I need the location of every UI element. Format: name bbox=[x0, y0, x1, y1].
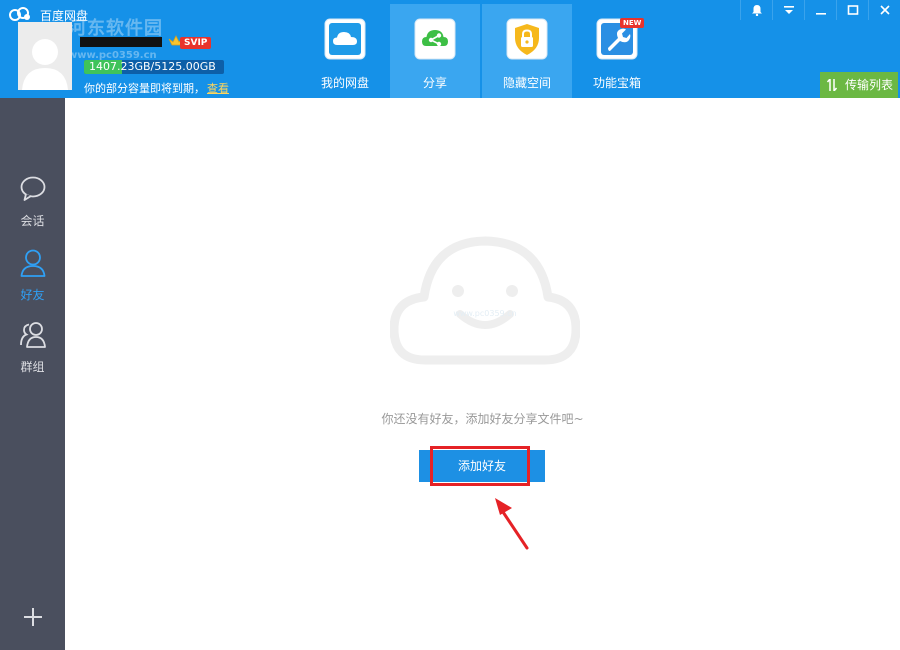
sidebar-item-groups-label: 群组 bbox=[20, 360, 45, 374]
dropdown-menu-icon bbox=[783, 6, 794, 14]
bell-icon bbox=[751, 5, 762, 16]
sidebar-item-friends[interactable]: 好友 bbox=[0, 248, 65, 314]
sidebar-item-groups[interactable]: 群组 bbox=[0, 320, 65, 386]
tab-share-label: 分享 bbox=[422, 76, 447, 90]
sidebar: 会话 好友 群组 bbox=[0, 98, 65, 650]
tab-hidden-space[interactable]: 隐藏空间 bbox=[482, 4, 572, 98]
tab-my-netdisk[interactable]: 我的网盘 bbox=[300, 4, 390, 98]
expire-note: 你的部分容量即将到期， 查看 bbox=[84, 80, 229, 96]
transfer-list-button[interactable]: 传输列表 bbox=[820, 72, 898, 98]
title-bar: 百度网盘 河东软件园 www.pc0359.cn SVIP 1407.23GB/… bbox=[0, 0, 900, 98]
menu-button[interactable] bbox=[772, 0, 804, 20]
transfer-arrows-icon bbox=[827, 79, 837, 91]
avatar[interactable] bbox=[18, 22, 72, 90]
add-plus-icon[interactable] bbox=[22, 606, 44, 628]
friends-panel: www.pc0359.cn 你还没有好友，添加好友分享文件吧~ 添加好友 bbox=[65, 98, 900, 650]
close-button[interactable] bbox=[868, 0, 900, 20]
baidu-netdisk-logo-icon bbox=[9, 7, 30, 21]
sidebar-item-chat-label: 会话 bbox=[20, 214, 45, 228]
sidebar-item-chat[interactable]: 会话 bbox=[0, 174, 65, 240]
smiling-cloud-icon: www.pc0359.cn bbox=[390, 236, 580, 365]
quota-text: 1407.23GB/5125.00GB bbox=[89, 60, 216, 73]
lock-shield-icon bbox=[506, 18, 548, 60]
svip-label: SVIP bbox=[180, 37, 212, 49]
default-avatar-icon bbox=[18, 22, 72, 90]
tab-toolbox-label: 功能宝箱 bbox=[592, 76, 641, 90]
tab-share[interactable]: 分享 bbox=[390, 4, 480, 98]
tab-my-netdisk-label: 我的网盘 bbox=[320, 76, 369, 90]
tab-hidden-space-label: 隐藏空间 bbox=[502, 76, 551, 90]
sidebar-item-friends-label: 好友 bbox=[20, 288, 45, 302]
tab-toolbox[interactable]: NEW 功能宝箱 bbox=[572, 4, 662, 98]
friend-icon bbox=[20, 249, 46, 277]
red-arrow-icon bbox=[495, 498, 529, 550]
group-icon bbox=[20, 322, 46, 348]
maximize-button[interactable] bbox=[836, 0, 868, 20]
transfer-list-label: 传输列表 bbox=[845, 78, 894, 92]
empty-state-message: 你还没有好友，添加好友分享文件吧~ bbox=[381, 412, 584, 426]
share-icon bbox=[414, 18, 456, 60]
cloud-drive-icon bbox=[324, 18, 366, 60]
expire-note-text: 你的部分容量即将到期， bbox=[84, 82, 205, 95]
minimize-button[interactable] bbox=[804, 0, 836, 20]
close-icon bbox=[879, 5, 890, 15]
bell-button[interactable] bbox=[740, 0, 772, 20]
username-redacted bbox=[80, 37, 162, 47]
maximize-icon bbox=[847, 5, 858, 15]
expire-view-link[interactable]: 查看 bbox=[207, 82, 229, 95]
window-controls bbox=[740, 0, 900, 20]
chat-bubble-icon bbox=[20, 176, 46, 201]
new-badge: NEW bbox=[620, 18, 645, 28]
minimize-icon bbox=[815, 13, 826, 15]
quota-bar: 1407.23GB/5125.00GB bbox=[84, 60, 224, 74]
svip-badge[interactable]: SVIP bbox=[168, 34, 214, 50]
add-friend-button[interactable]: 添加好友 bbox=[419, 450, 545, 482]
empty-watermark: www.pc0359.cn bbox=[453, 309, 516, 318]
